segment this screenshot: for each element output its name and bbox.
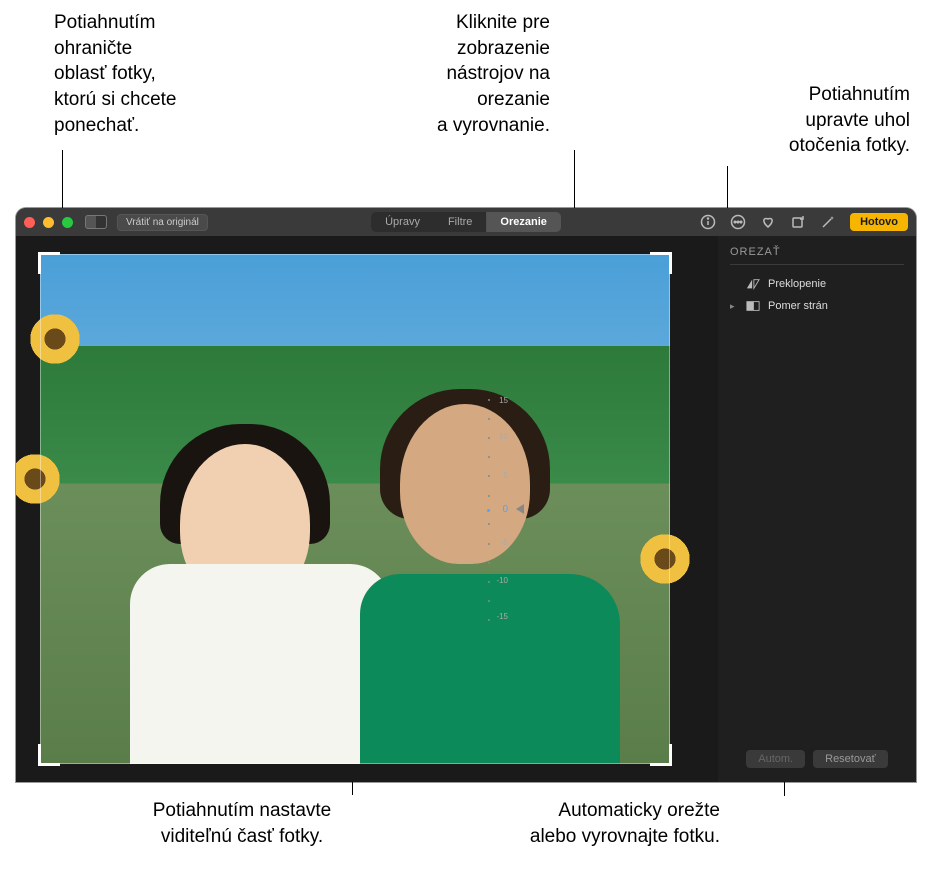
tab-adjust[interactable]: Úpravy — [371, 212, 434, 232]
photo-content — [640, 534, 690, 584]
dial-tick-label: -15 — [496, 612, 508, 621]
aspect-ratio-label: Pomer strán — [768, 300, 828, 312]
dial-tick-label: -5 — [501, 538, 508, 547]
auto-enhance-wand-icon[interactable] — [820, 214, 836, 230]
close-window-button[interactable] — [24, 217, 35, 228]
aspect-ratio-icon — [746, 300, 760, 312]
dial-tick-label: 5 — [504, 471, 508, 480]
photo-content — [130, 404, 370, 764]
tab-crop[interactable]: Orezanie — [486, 212, 560, 232]
photo-canvas-area: 15 10 5 0 -5 -10 -15 — [16, 236, 718, 782]
sidebar-toggle-icon[interactable] — [85, 215, 107, 229]
crop-handle-bottom-left[interactable] — [38, 744, 60, 766]
dial-tick-label: 15 — [499, 396, 508, 405]
dial-pointer-icon — [516, 504, 524, 514]
crop-handle-top-right[interactable] — [650, 252, 672, 274]
photo-preview[interactable] — [40, 254, 670, 764]
disclosure-chevron-icon: ▸ — [730, 301, 738, 312]
sidebar-title: OREZAŤ — [730, 246, 904, 265]
favorite-heart-icon[interactable] — [760, 214, 776, 230]
callout-drag-visible: Potiahnutím nastavteviditeľnú časť fotky… — [112, 798, 372, 849]
done-button[interactable]: Hotovo — [850, 213, 908, 231]
photo-content — [16, 454, 60, 504]
callout-auto-crop: Automaticky orežtealebo vyrovnajte fotku… — [460, 798, 720, 849]
reset-crop-button[interactable]: Resetovať — [813, 750, 888, 768]
flip-icon — [746, 278, 760, 290]
toolbar: Vrátiť na originál Úpravy Filtre Orezani… — [16, 208, 916, 236]
callout-line — [574, 150, 575, 215]
app-window: Vrátiť na originál Úpravy Filtre Orezani… — [16, 208, 916, 782]
callout-crop-bounds: Potiahnutímohraničteoblasť fotky,ktorú s… — [54, 10, 224, 138]
flip-control[interactable]: Preklopenie — [730, 273, 904, 295]
callout-rotate-angle: Potiahnutímupravte uholotočenia fotky. — [760, 82, 910, 159]
rotate-icon[interactable] — [790, 214, 806, 230]
tab-filters[interactable]: Filtre — [434, 212, 486, 232]
callout-crop-tools: Kliknite prezobrazenienástrojov naorezan… — [380, 10, 550, 138]
flip-label: Preklopenie — [768, 278, 826, 290]
info-icon[interactable] — [700, 214, 716, 230]
photo-content — [30, 314, 80, 364]
dial-tick-label: -10 — [496, 576, 508, 585]
rotation-dial[interactable]: 15 10 5 0 -5 -10 -15 — [468, 389, 518, 629]
more-options-icon[interactable] — [730, 214, 746, 230]
auto-crop-button[interactable]: Autom. — [746, 750, 805, 768]
fullscreen-window-button[interactable] — [62, 217, 73, 228]
dial-tick-label: 0 — [502, 504, 508, 515]
aspect-ratio-control[interactable]: ▸ Pomer strán — [730, 295, 904, 317]
crop-sidebar: OREZAŤ Preklopenie ▸ Pomer strán Autom. … — [718, 236, 916, 782]
minimize-window-button[interactable] — [43, 217, 54, 228]
window-controls — [24, 217, 73, 228]
crop-handle-top-left[interactable] — [38, 252, 60, 274]
dial-tick-label: 10 — [499, 432, 508, 441]
crop-handle-bottom-right[interactable] — [650, 744, 672, 766]
edit-mode-segmented-control: Úpravy Filtre Orezanie — [371, 212, 561, 232]
revert-to-original-button[interactable]: Vrátiť na originál — [117, 214, 208, 231]
